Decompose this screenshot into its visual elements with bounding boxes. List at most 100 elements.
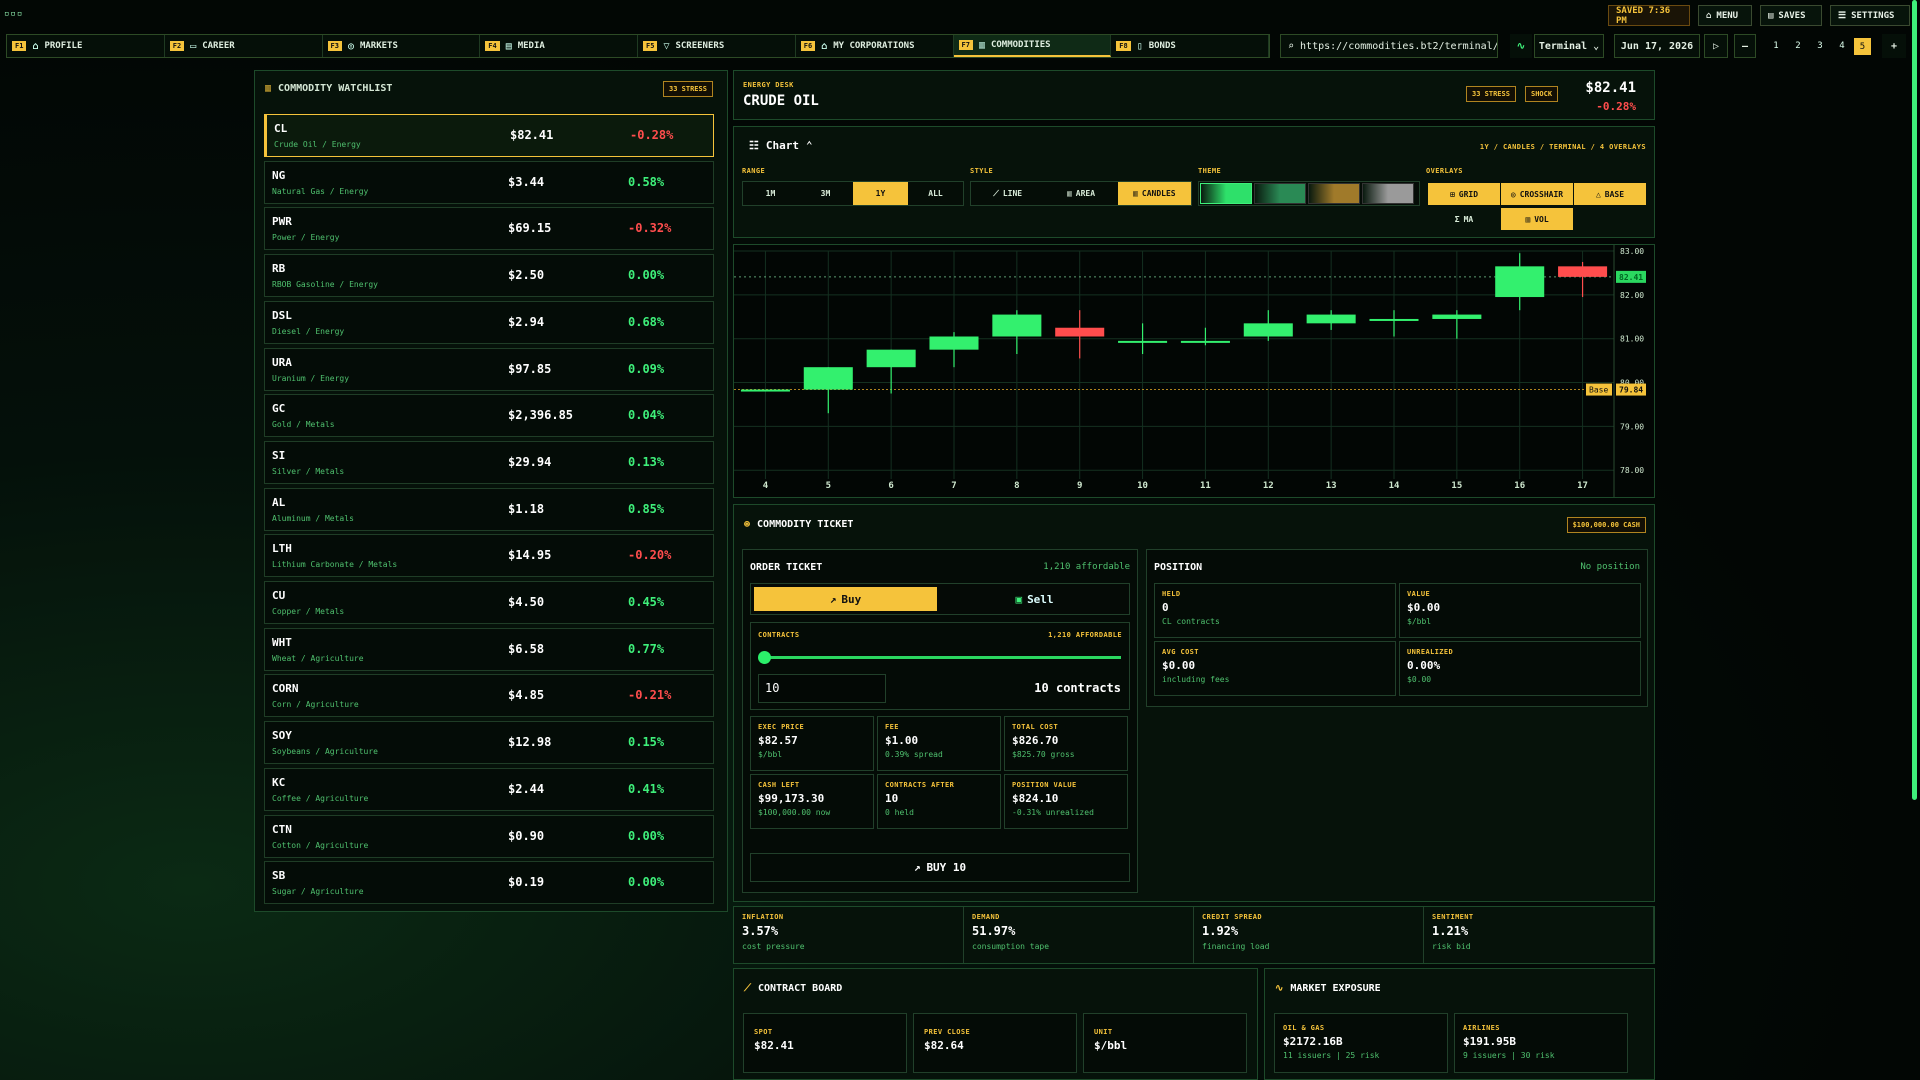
symbol: URA [272, 355, 292, 369]
watchlist-row-dsl[interactable]: DSL Diesel / Energy $2.94 0.68% [264, 300, 714, 344]
candle-body[interactable] [1558, 266, 1608, 277]
watchlist-row-si[interactable]: SI Silver / Metals $29.94 0.13% [264, 440, 714, 484]
candle-body[interactable] [1432, 314, 1482, 319]
url-field[interactable]: ⌕ https://commodities.bt2/terminal/… [1280, 34, 1498, 58]
candle-body[interactable] [1118, 340, 1168, 343]
style-line-button[interactable]: ⟋ LINE [971, 182, 1044, 205]
play-button[interactable]: ▷ [1704, 34, 1728, 58]
macro-inflation: INFLATION 3.57% cost pressure [734, 907, 964, 963]
overlay-crosshair-button[interactable]: ◎ CROSSHAIR [1501, 183, 1573, 205]
base-price-label: 79.84 [1619, 386, 1643, 395]
theme-swatch-4[interactable] [1362, 183, 1414, 204]
page-4-button[interactable]: 4 [1832, 34, 1852, 58]
watchlist-row-sb[interactable]: SB Sugar / Agriculture $0.19 0.00% [264, 861, 714, 905]
price-chart[interactable]: 4 5 6 7 8 9 10 11 12 13 14 15 16 17 78.00 79.00 80.00 81.… [733, 244, 1655, 498]
change: -0.21% [628, 688, 672, 703]
minus-button[interactable]: — [1734, 34, 1756, 58]
macro-sub: cost pressure [742, 942, 805, 951]
cell-value: $824.10 [1012, 792, 1059, 805]
overlay-ma-button[interactable]: Σ MA [1428, 208, 1500, 230]
tab-career[interactable]: F2 ▭ CAREER [165, 35, 323, 57]
theme-swatch-2[interactable] [1254, 183, 1306, 204]
candle-body[interactable] [740, 389, 790, 392]
candle-body[interactable] [992, 314, 1042, 337]
watchlist-row-cu[interactable]: CU Copper / Metals $4.50 0.45% [264, 581, 714, 624]
theme-swatch-1[interactable] [1200, 183, 1252, 204]
ticket-stat-exec-price: EXEC PRICE $82.57 $/bbl [750, 716, 874, 771]
page-1-button[interactable]: 1 [1766, 34, 1786, 58]
watchlist-row-ng[interactable]: NG Natural Gas / Energy $3.44 0.58% [264, 160, 714, 204]
ticket-stat-total-cost: TOTAL COST $826.70 $825.70 gross [1004, 716, 1128, 771]
watchlist-row-cl[interactable]: CL Crude Oil / Energy $82.41 -0.28% [264, 114, 714, 157]
candle-body[interactable] [1306, 314, 1356, 324]
watchlist-row-rb[interactable]: RB RBOB Gasoline / Energy $2.50 0.00% [264, 254, 714, 298]
tab-my-corporations[interactable]: F6 ⌂ MY CORPORATIONS [796, 35, 954, 57]
overlay-grid-button[interactable]: ⊞ GRID [1428, 183, 1500, 205]
page-2-button[interactable]: 2 [1788, 34, 1808, 58]
buy-button[interactable]: ↗ Buy [754, 587, 937, 611]
candle-body[interactable] [929, 336, 979, 350]
quantity-slider-track[interactable] [761, 656, 1121, 659]
submit-order-button[interactable]: ↗ BUY 10 [750, 853, 1130, 882]
tab-profile[interactable]: F1 ⌂ PROFILE [7, 35, 165, 57]
tab-screeners[interactable]: F5 ▽ SCREENERS [638, 35, 796, 57]
saves-button[interactable]: ▤ SAVES [1760, 5, 1822, 26]
window-controls-icon[interactable]: ▫▫▫ [4, 9, 23, 19]
change: 0.68% [628, 314, 665, 329]
overlay-label: CROSSHAIR [1519, 189, 1564, 199]
range-3m-button[interactable]: 3M [798, 182, 853, 205]
watchlist-row-kc[interactable]: KC Coffee / Agriculture $2.44 0.41% [264, 767, 714, 811]
tab-label: MY CORPORATIONS [833, 41, 915, 51]
candle-body[interactable] [1495, 266, 1545, 298]
range-all-button[interactable]: ALL [908, 182, 963, 205]
watchlist-row-wht[interactable]: WHT Wheat / Agriculture $6.58 0.77% [264, 627, 714, 671]
tab-media[interactable]: F4 ▤ MEDIA [480, 35, 638, 57]
page-3-button[interactable]: 3 [1810, 34, 1830, 58]
candlestick-chart-svg[interactable]: 4 5 6 7 8 9 10 11 12 13 14 15 16 1778.0079.0080.0081.… [734, 245, 1654, 497]
sell-button[interactable]: ▣ Sell [943, 587, 1126, 611]
watchlist-row-pwr[interactable]: PWR Power / Energy $69.15 -0.32% [264, 207, 714, 251]
overlay-base-button[interactable]: △ BASE [1574, 183, 1646, 205]
scrollbar[interactable] [1912, 0, 1917, 800]
settings-button[interactable]: ☰ SETTINGS [1830, 5, 1910, 26]
date-field[interactable]: Jun 17, 2026 [1614, 34, 1700, 58]
candle-body[interactable] [1055, 327, 1105, 337]
range-1m-button[interactable]: 1M [743, 182, 798, 205]
theme-swatch-3[interactable] [1308, 183, 1360, 204]
menu-button[interactable]: ⌂ MENU [1698, 5, 1752, 26]
candle-body[interactable] [1243, 323, 1293, 337]
tab-commodities[interactable]: F7 ▥ COMMODITIES [953, 35, 1112, 57]
quantity-input[interactable]: 10 [758, 674, 886, 703]
cell-value: $82.41 [754, 1039, 794, 1052]
candle-body[interactable] [866, 349, 916, 368]
style-area-button[interactable]: ▥ AREA [1044, 182, 1117, 205]
cell-label: TOTAL COST [1012, 723, 1059, 731]
watchlist-row-gc[interactable]: GC Gold / Metals $2,396.85 0.04% [264, 394, 714, 438]
ticket-title: COMMODITY TICKET [757, 519, 854, 530]
candle-body[interactable] [1369, 318, 1419, 321]
watchlist-row-lth[interactable]: LTH Lithium Carbonate / Metals $14.95 -0.20… [264, 534, 714, 578]
range-1y-button[interactable]: 1Y [853, 182, 908, 205]
view-mode-select[interactable]: Terminal ⌄ [1534, 34, 1604, 58]
watchlist-title: COMMODITY WATCHLIST [278, 83, 393, 94]
candle-body[interactable] [1180, 340, 1230, 343]
watchlist-row-soy[interactable]: SOY Soybeans / Agriculture $12.98 0.15% [264, 721, 714, 765]
quantity-slider-thumb[interactable] [757, 651, 771, 664]
watchlist-row-al[interactable]: AL Aluminum / Metals $1.18 0.85% [264, 487, 714, 531]
candle-body[interactable] [803, 367, 853, 390]
overlay-label: VOL [1534, 214, 1549, 224]
add-page-button[interactable]: + [1882, 34, 1906, 58]
watchlist-row-ura[interactable]: URA Uranium / Energy $97.85 0.09% [264, 347, 714, 391]
tab-markets[interactable]: F3 ◎ MARKETS [323, 35, 481, 57]
page-5-button[interactable]: 5 [1854, 38, 1871, 55]
style-candles-button[interactable]: ▥ CANDLES [1117, 182, 1191, 205]
overlay-vol-button[interactable]: ▥ VOL [1501, 208, 1573, 230]
chart-toggle[interactable]: ☷ Chart ⌃ [749, 139, 813, 152]
board-title: CONTRACT BOARD [758, 983, 843, 994]
tab-bonds[interactable]: F8 ▯ BONDS [1111, 35, 1269, 57]
activity-icon[interactable]: ∿ [1510, 34, 1532, 58]
x-tick-label: 7 [951, 481, 956, 491]
watchlist-row-ctn[interactable]: CTN Cotton / Agriculture $0.90 0.00% [264, 814, 714, 858]
watchlist-row-corn[interactable]: CORN Corn / Agriculture $4.85 -0.21% [264, 674, 714, 718]
x-tick-label: 14 [1389, 481, 1400, 491]
